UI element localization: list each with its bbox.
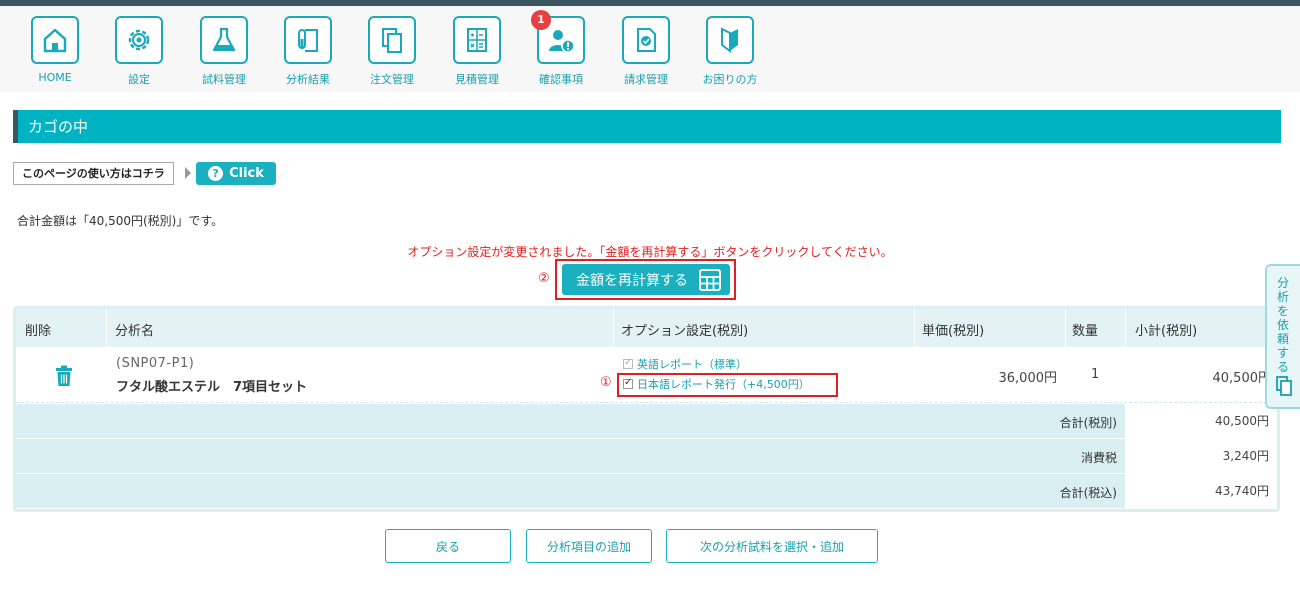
nav-sample-management-label: 試料管理 — [202, 73, 246, 86]
calculator-icon — [699, 269, 721, 291]
help-click-label: Click — [229, 166, 264, 181]
product-name: フタル酸エステル 7項目セット — [116, 380, 308, 395]
nav-order-management-label: 注文管理 — [370, 73, 414, 86]
nav-order-management[interactable]: 注文管理 — [355, 16, 429, 87]
nav-sample-management[interactable]: 試料管理 — [187, 16, 261, 87]
gear-icon — [115, 16, 163, 64]
annotation-marker-2: ② — [538, 271, 550, 286]
option-english-label: 英語レポート（標準） — [637, 358, 747, 371]
unit-price: 36,000円 — [998, 371, 1058, 386]
table-header: 削除 分析名 オプション設定(税別) 単価(税別) 数量 小計(税別) — [16, 309, 1277, 347]
summary-row-total-incl-tax: 合計(税込) 43,740円 — [16, 474, 1277, 509]
summary-value: 40,500円 — [1125, 404, 1277, 438]
summary-label: 消費税 — [1080, 451, 1117, 465]
home-icon — [31, 16, 79, 64]
request-analysis-label: 分析を依頼する — [1276, 276, 1289, 374]
flask-icon — [200, 16, 248, 64]
copy-icon — [1276, 376, 1292, 396]
option-japanese-label[interactable]: 日本語レポート発行（+4,500円） — [637, 376, 810, 392]
header-analysis-name: 分析名 — [115, 324, 155, 339]
table-row: (SNP07-P1) フタル酸エステル 7項目セット 英語レポート（標準） ① … — [16, 347, 1277, 403]
header-options: オプション設定(税別) — [621, 324, 749, 339]
nav-analysis-results[interactable]: 分析結果 — [271, 16, 345, 87]
notification-badge: 1 — [531, 10, 551, 30]
summary-value: 43,740円 — [1125, 474, 1277, 508]
next-sample-button[interactable]: 次の分析試料を選択・追加 — [666, 529, 878, 563]
nav-billing-management-label: 請求管理 — [624, 73, 668, 86]
total-amount-text: 合計金額は「40,500円(税別)」です。 — [17, 214, 224, 228]
section-header: カゴの中 — [13, 110, 1281, 143]
summary-label: 合計(税込) — [1059, 486, 1117, 500]
help-click-button[interactable]: ? Click — [196, 162, 276, 185]
nav-confirmation-items-label: 確認事項 — [539, 73, 583, 86]
nav-settings[interactable]: 設定 — [102, 16, 176, 87]
option-english-report: 英語レポート（標準） — [623, 356, 747, 372]
nav-quote-management-label: 見積管理 — [455, 73, 499, 86]
recalc-notice: オプション設定が変更されました。「金額を再計算する」ボタンをクリックしてください… — [407, 245, 893, 259]
summary-value: 3,240円 — [1125, 439, 1277, 473]
nav-billing-management[interactable]: 請求管理 — [609, 16, 683, 87]
nav-confirmation-items[interactable]: 1 確認事項 — [524, 10, 598, 87]
product-sku: (SNP07-P1) — [116, 356, 195, 371]
beginner-mark-icon — [706, 16, 754, 64]
nav-settings-label: 設定 — [128, 73, 150, 86]
nav-analysis-results-label: 分析結果 — [286, 73, 330, 86]
quantity: 1 — [1091, 367, 1100, 382]
nav-quote-management[interactable]: 見積管理 — [440, 16, 514, 87]
option-japanese-report[interactable]: 日本語レポート発行（+4,500円） — [623, 376, 810, 392]
nav-home-label: HOME — [38, 71, 72, 84]
header-unit-price: 単価(税別) — [922, 324, 985, 339]
summary-label: 合計(税別) — [1059, 416, 1117, 430]
header-quantity: 数量 — [1072, 324, 1099, 339]
trash-icon[interactable] — [54, 365, 74, 387]
invoice-check-icon — [622, 16, 670, 64]
row-subtotal: 40,500円 — [1212, 371, 1272, 386]
add-analysis-item-button[interactable]: 分析項目の追加 — [526, 529, 652, 563]
recalculate-button[interactable]: 金額を再計算する — [562, 264, 730, 295]
back-button[interactable]: 戻る — [385, 529, 511, 563]
help-label: このページの使い方はコチラ — [13, 162, 174, 185]
nav-home[interactable]: HOME — [18, 16, 92, 84]
question-icon: ? — [208, 166, 224, 181]
user-alert-icon: 1 — [531, 10, 585, 64]
calculator-icon — [453, 16, 501, 64]
request-analysis-tab[interactable]: 分析を依頼する — [1265, 264, 1300, 409]
annotation-marker-1: ① — [600, 375, 612, 390]
recalculate-button-label: 金額を再計算する — [576, 272, 688, 289]
option-checkbox-japanese[interactable] — [623, 377, 633, 389]
copy-documents-icon — [368, 16, 416, 64]
cart-table: 削除 分析名 オプション設定(税別) 単価(税別) 数量 小計(税別) (SNP… — [13, 306, 1280, 512]
option-checkbox-english — [623, 357, 633, 369]
test-tube-document-icon — [284, 16, 332, 64]
main-navigation: HOME 設定 試料管理 分析結果 注文管理 見積管理 1 確認事項 請求管理 … — [0, 6, 1300, 92]
summary-row-consumption-tax: 消費税 3,240円 — [16, 439, 1277, 474]
help-arrow — [185, 167, 191, 179]
section-title: カゴの中 — [28, 118, 89, 136]
nav-help-label: お困りの方 — [702, 73, 758, 86]
summary-row-total-excl-tax: 合計(税別) 40,500円 — [16, 404, 1277, 439]
header-subtotal: 小計(税別) — [1135, 324, 1198, 339]
header-delete: 削除 — [25, 324, 52, 339]
nav-help[interactable]: お困りの方 — [693, 16, 767, 87]
